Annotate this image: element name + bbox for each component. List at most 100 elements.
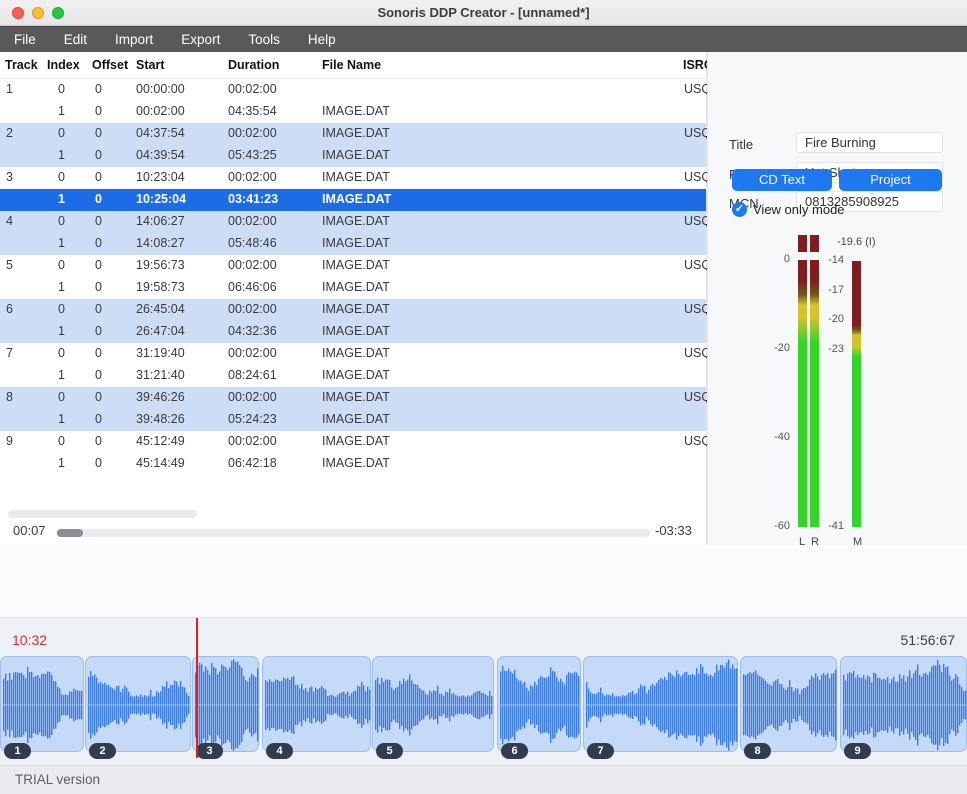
- cell-duration: 08:24:61: [228, 368, 277, 382]
- meter-bar-right: [810, 260, 819, 527]
- cell-track: 6: [6, 302, 13, 316]
- table-row[interactable]: 1045:14:4906:42:18IMAGE.DAT: [0, 453, 706, 475]
- cell-duration: 00:02:00: [228, 82, 277, 96]
- cell-start: 14:08:27: [136, 236, 185, 250]
- column-header-duration[interactable]: Duration: [228, 58, 279, 72]
- cell-offset: 0: [95, 126, 102, 140]
- column-header-offset[interactable]: Offset: [92, 58, 128, 72]
- horizontal-scrollbar[interactable]: [8, 510, 197, 518]
- table-row[interactable]: 60026:45:0400:02:00IMAGE.DATUSQ: [0, 299, 706, 321]
- menu-item-file[interactable]: File: [0, 27, 50, 53]
- menu-item-help[interactable]: Help: [294, 27, 350, 53]
- wave-track-1[interactable]: 1: [0, 656, 84, 752]
- cell-index: 1: [58, 456, 65, 470]
- menu-item-edit[interactable]: Edit: [50, 27, 101, 53]
- cell-offset: 0: [95, 280, 102, 294]
- statusbar: TRIAL version: [0, 765, 967, 794]
- column-header-index[interactable]: Index: [47, 58, 80, 72]
- cell-isrc: USQ: [684, 258, 707, 272]
- cell-offset: 0: [95, 258, 102, 272]
- cell-track: 5: [6, 258, 13, 272]
- playback-slider[interactable]: [56, 529, 650, 537]
- table-row[interactable]: 30010:23:0400:02:00IMAGE.DATUSQ: [0, 167, 706, 189]
- table-body: 10000:00:0000:02:00USQ1000:02:0004:35:54…: [0, 79, 706, 475]
- app-window: Sonoris DDP Creator - [unnamed*] FileEdi…: [0, 0, 967, 794]
- cell-file: IMAGE.DAT: [322, 104, 390, 118]
- menu-item-export[interactable]: Export: [167, 27, 234, 53]
- cell-start: 14:06:27: [136, 214, 185, 228]
- wave-track-4[interactable]: 4: [262, 656, 371, 752]
- cell-offset: 0: [95, 324, 102, 338]
- cell-start: 45:14:49: [136, 456, 185, 470]
- table-row[interactable]: 1026:47:0404:32:36IMAGE.DAT: [0, 321, 706, 343]
- column-header-file-name[interactable]: File Name: [322, 58, 381, 72]
- menu-item-import[interactable]: Import: [101, 27, 167, 53]
- cell-file: IMAGE.DAT: [322, 390, 390, 404]
- table-row[interactable]: 10000:00:0000:02:00USQ: [0, 79, 706, 101]
- loudness-readout: -19.6 (I): [837, 236, 876, 248]
- cell-file: IMAGE.DAT: [322, 324, 390, 338]
- lr-tick-label: 0: [748, 253, 790, 265]
- cell-offset: 0: [95, 434, 102, 448]
- table-row[interactable]: 1014:08:2705:48:46IMAGE.DAT: [0, 233, 706, 255]
- cell-isrc: USQ: [684, 214, 707, 228]
- m-tick-label: -14: [802, 254, 844, 266]
- cell-file: IMAGE.DAT: [322, 434, 390, 448]
- wave-track-9[interactable]: 9: [840, 656, 967, 752]
- view-only-checkbox[interactable]: ✓: [732, 202, 747, 217]
- cd-text-button[interactable]: CD Text: [732, 169, 832, 191]
- cell-start: 19:58:73: [136, 280, 185, 294]
- title-field[interactable]: Fire Burning: [796, 132, 943, 153]
- cell-duration: 05:48:46: [228, 236, 277, 250]
- cell-file: IMAGE.DAT: [322, 368, 390, 382]
- cell-index: 1: [58, 104, 65, 118]
- cell-start: 39:48:26: [136, 412, 185, 426]
- wave-track-7[interactable]: 7: [583, 656, 738, 752]
- table-row[interactable]: 40014:06:2700:02:00IMAGE.DATUSQ: [0, 211, 706, 233]
- cell-duration: 00:02:00: [228, 346, 277, 360]
- wave-track-2[interactable]: 2: [85, 656, 191, 752]
- cell-offset: 0: [95, 390, 102, 404]
- column-header-start[interactable]: Start: [136, 58, 164, 72]
- table-row[interactable]: 1039:48:2605:24:23IMAGE.DAT: [0, 409, 706, 431]
- table-header: TrackIndexOffsetStartDurationFile NameIS…: [0, 52, 706, 79]
- table-row[interactable]: 1031:21:4008:24:61IMAGE.DAT: [0, 365, 706, 387]
- cell-start: 39:46:26: [136, 390, 185, 404]
- cell-file: IMAGE.DAT: [322, 170, 390, 184]
- m-tick-label: -17: [802, 284, 844, 296]
- table-row[interactable]: 20004:37:5400:02:00IMAGE.DATUSQ: [0, 123, 706, 145]
- table-row[interactable]: 1000:02:0004:35:54IMAGE.DAT: [0, 101, 706, 123]
- cell-offset: 0: [95, 456, 102, 470]
- playhead-cursor[interactable]: [196, 618, 198, 758]
- cell-isrc: USQ: [684, 82, 707, 96]
- cell-duration: 06:46:06: [228, 280, 277, 294]
- table-row[interactable]: 70031:19:4000:02:00IMAGE.DATUSQ: [0, 343, 706, 365]
- m-tick-label: -20: [802, 313, 844, 325]
- table-row[interactable]: 80039:46:2600:02:00IMAGE.DATUSQ: [0, 387, 706, 409]
- cell-track: 8: [6, 390, 13, 404]
- cell-file: IMAGE.DAT: [322, 302, 390, 316]
- m-tick-label: -23: [802, 343, 844, 355]
- cell-duration: 04:35:54: [228, 104, 277, 118]
- cell-track: 4: [6, 214, 13, 228]
- project-button[interactable]: Project: [839, 169, 942, 191]
- table-row[interactable]: 50019:56:7300:02:00IMAGE.DATUSQ: [0, 255, 706, 277]
- meter-bar-left: [798, 260, 807, 527]
- playback-slider-thumb[interactable]: [57, 529, 83, 537]
- cell-start: 04:37:54: [136, 126, 185, 140]
- column-header-track[interactable]: Track: [5, 58, 38, 72]
- wave-track-6[interactable]: 6: [497, 656, 581, 752]
- table-row[interactable]: 1010:25:0403:41:23IMAGE.DAT: [0, 189, 706, 211]
- cell-duration: 00:02:00: [228, 434, 277, 448]
- wave-track-8[interactable]: 8: [740, 656, 837, 752]
- table-row[interactable]: 1004:39:5405:43:25IMAGE.DAT: [0, 145, 706, 167]
- wave-track-3[interactable]: 3: [192, 656, 259, 752]
- table-row[interactable]: 90045:12:4900:02:00IMAGE.DATUSQ: [0, 431, 706, 453]
- cell-track: 7: [6, 346, 13, 360]
- menu-item-tools[interactable]: Tools: [234, 27, 294, 53]
- lr-tick-label: -20: [748, 342, 790, 354]
- table-row[interactable]: 1019:58:7306:46:06IMAGE.DAT: [0, 277, 706, 299]
- cell-index: 1: [58, 324, 65, 338]
- wave-track-5[interactable]: 5: [372, 656, 494, 752]
- cell-isrc: USQ: [684, 170, 707, 184]
